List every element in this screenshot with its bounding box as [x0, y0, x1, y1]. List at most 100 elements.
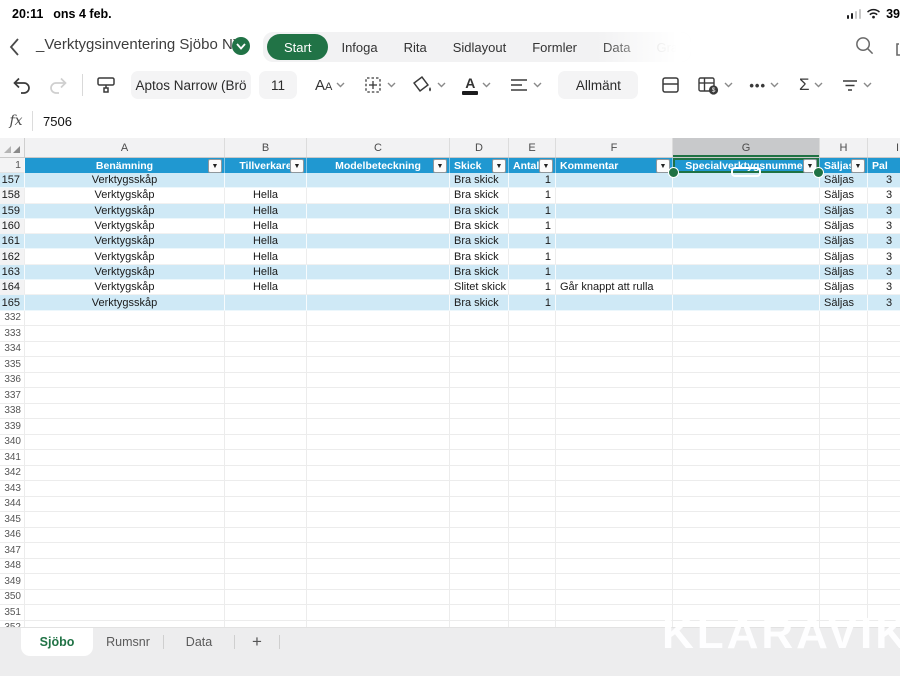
cell-F349[interactable] — [556, 574, 673, 590]
document-title[interactable]: _Verktygsinventering Sjöbo NY — [36, 36, 243, 53]
cell-B340[interactable] — [225, 435, 307, 451]
cell-I351[interactable] — [868, 605, 900, 621]
cell-I347[interactable] — [868, 543, 900, 559]
cell-F348[interactable] — [556, 559, 673, 575]
cell-F344[interactable] — [556, 497, 673, 513]
row-number-334[interactable]: 334 — [0, 342, 25, 358]
cell-C336[interactable] — [307, 373, 450, 389]
cell-E350[interactable] — [509, 590, 556, 606]
cell-F341[interactable] — [556, 450, 673, 466]
cell-D347[interactable] — [450, 543, 509, 559]
cell-I162[interactable]: 3 — [868, 249, 900, 264]
cell-H161[interactable]: Säljas — [820, 234, 868, 249]
cell-F165[interactable] — [556, 295, 673, 310]
ribbon-tab-data[interactable]: Data — [590, 34, 643, 60]
cell-G347[interactable] — [673, 543, 820, 559]
cell-C340[interactable] — [307, 435, 450, 451]
cell-E161[interactable]: 1 — [509, 234, 556, 249]
cell-H343[interactable] — [820, 481, 868, 497]
cell-C343[interactable] — [307, 481, 450, 497]
cell-G335[interactable] — [673, 357, 820, 373]
cell-F160[interactable] — [556, 219, 673, 234]
cell-C159[interactable] — [307, 204, 450, 219]
cell-C160[interactable] — [307, 219, 450, 234]
cell-A338[interactable] — [25, 404, 225, 420]
cell-C344[interactable] — [307, 497, 450, 513]
row-number-158[interactable]: 158 — [0, 188, 25, 203]
cell-F345[interactable] — [556, 512, 673, 528]
cell-I158[interactable]: 3 — [868, 188, 900, 203]
cell-C349[interactable] — [307, 574, 450, 590]
cell-A348[interactable] — [25, 559, 225, 575]
column-header-I[interactable]: I — [868, 138, 900, 157]
cell-H157[interactable]: Säljas — [820, 173, 868, 188]
cell-I343[interactable] — [868, 481, 900, 497]
cell-E342[interactable] — [509, 466, 556, 482]
cell-C337[interactable] — [307, 388, 450, 404]
column-header-G[interactable]: G — [673, 138, 820, 157]
search-button[interactable] — [854, 35, 875, 62]
cell-E340[interactable] — [509, 435, 556, 451]
cell-D348[interactable] — [450, 559, 509, 575]
cell-C333[interactable] — [307, 326, 450, 342]
cell-I350[interactable] — [868, 590, 900, 606]
filter-dropdown-button[interactable]: ▼ — [492, 159, 506, 173]
cell-A351[interactable] — [25, 605, 225, 621]
header-cell-E[interactable]: Antal▼ — [509, 158, 556, 173]
row-number-160[interactable]: 160 — [0, 219, 25, 234]
cell-H164[interactable]: Säljas — [820, 280, 868, 295]
cell-E343[interactable] — [509, 481, 556, 497]
cell-C345[interactable] — [307, 512, 450, 528]
cell-I337[interactable] — [868, 388, 900, 404]
cell-I335[interactable] — [868, 357, 900, 373]
cell-F339[interactable] — [556, 419, 673, 435]
cell-E345[interactable] — [509, 512, 556, 528]
row-number-347[interactable]: 347 — [0, 543, 25, 559]
cell-G344[interactable] — [673, 497, 820, 513]
cell-E163[interactable]: 1 — [509, 265, 556, 280]
header-cell-C[interactable]: Modelbeteckning▼ — [307, 158, 450, 173]
cell-B161[interactable]: Hella — [225, 234, 307, 249]
cell-I339[interactable] — [868, 419, 900, 435]
cell-H350[interactable] — [820, 590, 868, 606]
cell-E344[interactable] — [509, 497, 556, 513]
column-header-B[interactable]: B — [225, 138, 307, 157]
cell-H341[interactable] — [820, 450, 868, 466]
cell-C350[interactable] — [307, 590, 450, 606]
cell-D350[interactable] — [450, 590, 509, 606]
cell-G337[interactable] — [673, 388, 820, 404]
sort-filter-button[interactable] — [841, 78, 872, 93]
cell-C348[interactable] — [307, 559, 450, 575]
cell-D351[interactable] — [450, 605, 509, 621]
cell-B339[interactable] — [225, 419, 307, 435]
column-header-C[interactable]: C — [307, 138, 450, 157]
cell-D349[interactable] — [450, 574, 509, 590]
cell-C342[interactable] — [307, 466, 450, 482]
cell-D159[interactable]: Bra skick — [450, 204, 509, 219]
cell-A336[interactable] — [25, 373, 225, 389]
cell-E338[interactable] — [509, 404, 556, 420]
row-number-345[interactable]: 345 — [0, 512, 25, 528]
add-sheet-button[interactable]: + — [235, 628, 279, 656]
cell-F335[interactable] — [556, 357, 673, 373]
font-color-button[interactable]: A — [462, 76, 491, 95]
cell-D332[interactable] — [450, 311, 509, 327]
cell-A341[interactable] — [25, 450, 225, 466]
cell-E341[interactable] — [509, 450, 556, 466]
font-name-select[interactable]: Aptos Narrow (Brö — [131, 71, 251, 99]
cell-I345[interactable] — [868, 512, 900, 528]
cell-F159[interactable] — [556, 204, 673, 219]
row-number-346[interactable]: 346 — [0, 528, 25, 544]
row-number-332[interactable]: 332 — [0, 311, 25, 327]
cell-F340[interactable] — [556, 435, 673, 451]
cell-F332[interactable] — [556, 311, 673, 327]
cell-D333[interactable] — [450, 326, 509, 342]
cell-H348[interactable] — [820, 559, 868, 575]
cell-D341[interactable] — [450, 450, 509, 466]
cell-D344[interactable] — [450, 497, 509, 513]
row-number-338[interactable]: 338 — [0, 404, 25, 420]
cell-C339[interactable] — [307, 419, 450, 435]
row-number-350[interactable]: 350 — [0, 590, 25, 606]
cell-G332[interactable] — [673, 311, 820, 327]
cell-F337[interactable] — [556, 388, 673, 404]
